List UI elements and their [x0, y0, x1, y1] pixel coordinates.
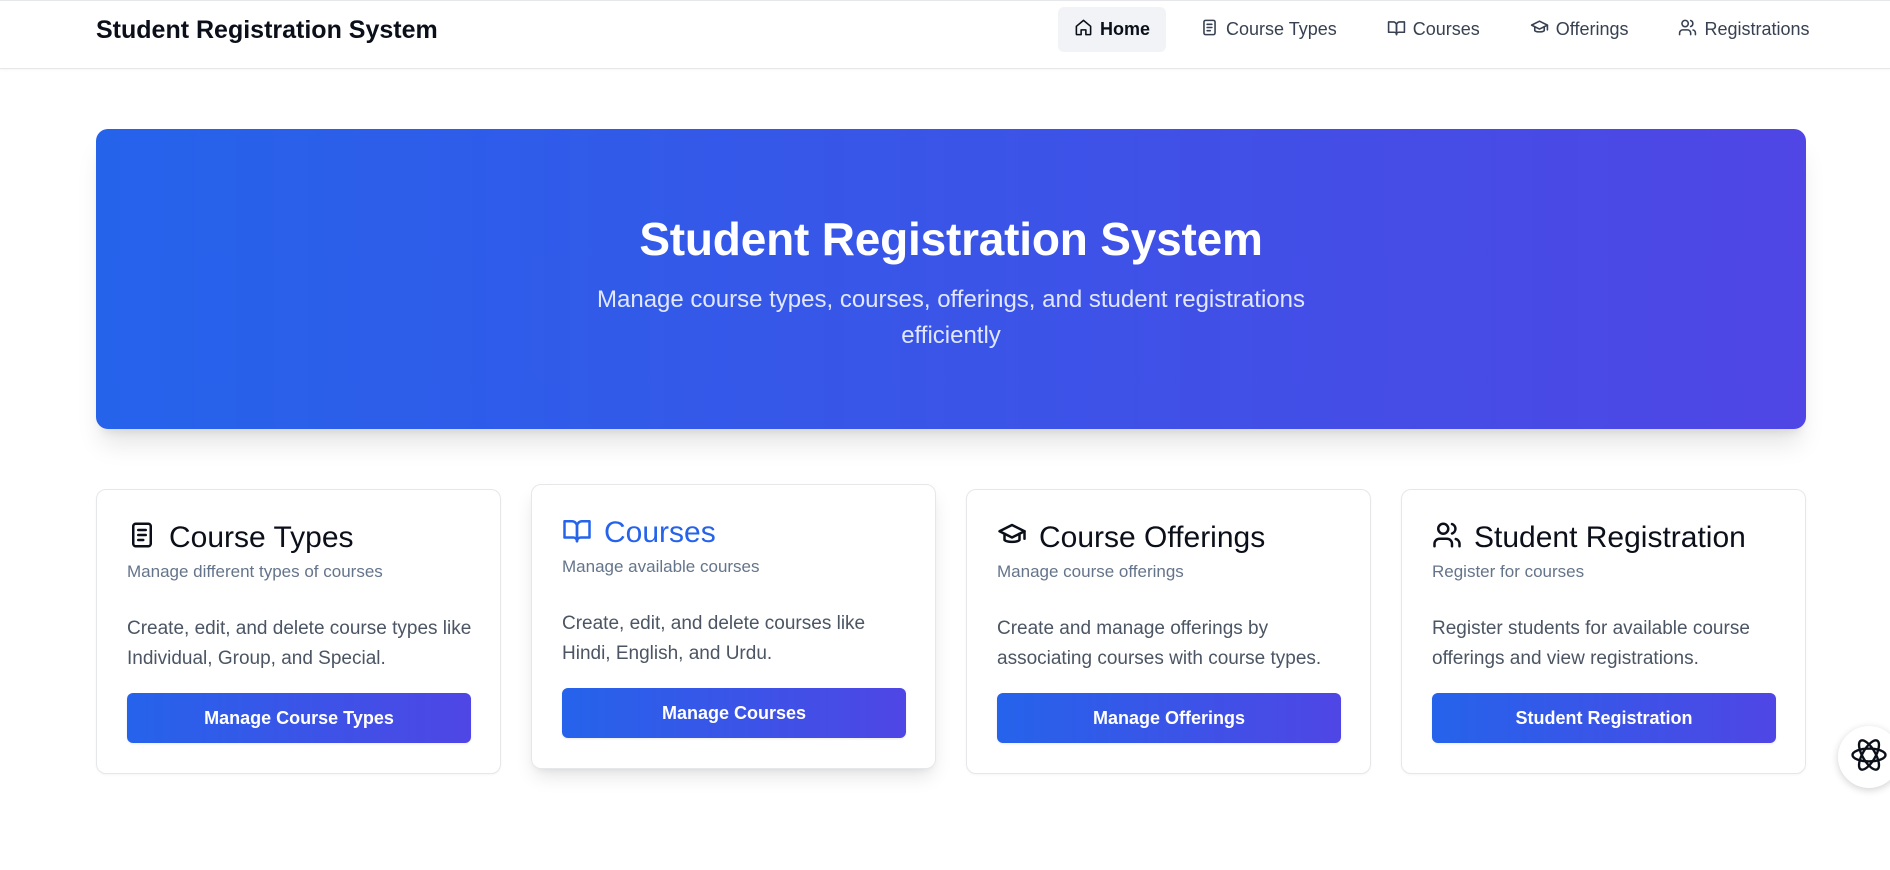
manage-offerings-button[interactable]: Manage Offerings	[997, 693, 1341, 743]
card-description: Create, edit, and delete courses like Hi…	[562, 613, 866, 664]
home-icon	[1074, 18, 1093, 42]
nav-item-label: Home	[1100, 19, 1151, 39]
student-registration-button[interactable]: Student Registration	[1432, 693, 1776, 743]
nav-item-label: Course Types	[1226, 19, 1337, 39]
book-open-icon	[562, 515, 592, 550]
card-description: Create, edit, and delete course types li…	[127, 618, 472, 669]
card-subtitle: Register for courses	[1432, 562, 1585, 581]
top-navbar: Student Registration System Home Course …	[0, 0, 1890, 69]
nav-item-home[interactable]: Home	[1058, 7, 1167, 52]
manage-courses-button[interactable]: Manage Courses	[562, 688, 906, 738]
document-icon	[1200, 18, 1219, 42]
card-header: Course Offerings	[997, 520, 1265, 555]
nav-item-registrations[interactable]: Registrations	[1662, 7, 1825, 52]
users-icon	[1678, 18, 1697, 42]
nav-item-label: Offerings	[1555, 19, 1629, 39]
card-student-registration: Student Registration Register for course…	[1401, 489, 1806, 774]
card-description: Register students for available course o…	[1432, 618, 1750, 669]
card-subtitle: Manage available courses	[562, 557, 760, 576]
card-header: Courses	[562, 515, 716, 550]
card-title: Student Registration	[1474, 520, 1746, 554]
card-course-offerings: Course Offerings Manage course offerings…	[966, 489, 1371, 774]
manage-course-types-button[interactable]: Manage Course Types	[127, 693, 471, 743]
nav-item-offerings[interactable]: Offerings	[1514, 7, 1645, 52]
main-nav: Home Course Types Courses Offerings Regi…	[1058, 7, 1826, 52]
assistant-launcher-button[interactable]	[1838, 726, 1890, 788]
card-subtitle: Manage different types of courses	[127, 562, 383, 581]
users-icon	[1432, 520, 1462, 555]
book-open-icon	[1387, 18, 1406, 42]
nav-item-courses[interactable]: Courses	[1371, 7, 1496, 52]
nav-item-label: Registrations	[1704, 19, 1810, 39]
assistant-logo-icon	[1847, 733, 1890, 782]
document-icon	[127, 520, 157, 555]
card-courses: Courses Manage available courses Create,…	[531, 484, 936, 769]
card-title: Courses	[604, 515, 716, 549]
card-title: Course Types	[169, 520, 354, 554]
card-description: Create and manage offerings by associati…	[997, 618, 1322, 669]
nav-item-course-types[interactable]: Course Types	[1184, 7, 1353, 52]
graduation-cap-icon	[997, 520, 1027, 555]
app-brand[interactable]: Student Registration System	[96, 16, 438, 45]
card-course-types: Course Types Manage different types of c…	[96, 489, 501, 774]
nav-item-label: Courses	[1412, 19, 1480, 39]
card-header: Student Registration	[1432, 520, 1746, 555]
hero-title: Student Registration System	[639, 213, 1263, 265]
graduation-cap-icon	[1530, 18, 1549, 42]
hero-banner: Student Registration System Manage cours…	[96, 129, 1806, 429]
card-header: Course Types	[127, 520, 354, 555]
hero-subtitle: Manage course types, courses, offerings,…	[597, 286, 1305, 349]
card-title: Course Offerings	[1039, 520, 1266, 554]
card-subtitle: Manage course offerings	[997, 562, 1184, 581]
